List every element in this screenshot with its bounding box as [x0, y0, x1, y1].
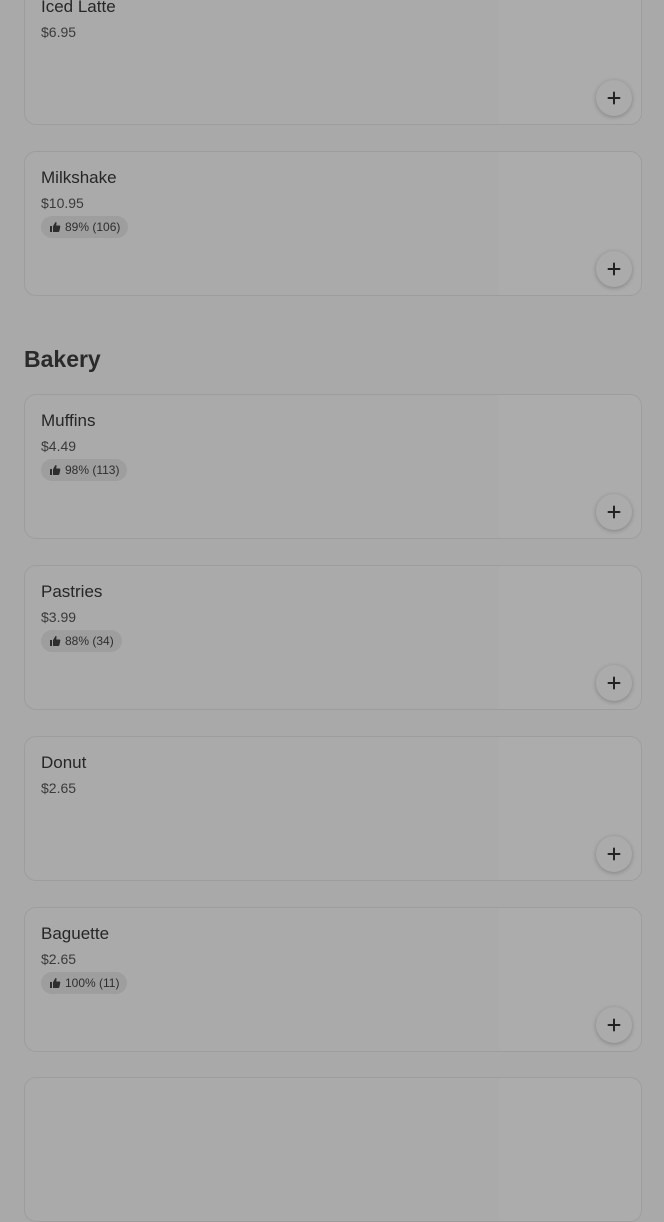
item-price: $6.95: [41, 24, 77, 40]
plus-icon: [607, 676, 621, 690]
menu-item-card[interactable]: [24, 1077, 642, 1222]
rating-badge: 98% (113): [41, 459, 128, 481]
item-name: Milkshake: [41, 168, 117, 187]
add-item-button[interactable]: [596, 836, 632, 872]
menu-item-card[interactable]: Milkshake $10.95 89% (106): [24, 151, 642, 296]
add-item-button[interactable]: [596, 494, 632, 530]
plus-icon: [607, 505, 621, 519]
item-price: $10.95: [41, 195, 84, 211]
menu-item-card[interactable]: Iced Latte $6.95: [24, 0, 642, 125]
rating-badge: 88% (34): [41, 630, 122, 652]
item-name: Pastries: [41, 582, 103, 601]
rating-text: 98% (113): [65, 463, 120, 477]
item-name: Muffins: [41, 411, 96, 430]
rating-badge: 100% (11): [41, 972, 128, 994]
plus-icon: [607, 262, 621, 276]
menu-item-card[interactable]: Muffins $4.49 98% (113): [24, 394, 642, 539]
add-item-button[interactable]: [596, 80, 632, 116]
item-name: Baguette: [41, 924, 110, 943]
thumbs-up-icon: [50, 465, 61, 475]
add-item-button[interactable]: [596, 665, 632, 701]
rating-text: 100% (11): [65, 976, 120, 990]
section-title: Bakery: [24, 346, 101, 372]
item-price: $2.65: [41, 780, 77, 796]
plus-icon: [607, 847, 621, 861]
add-item-button[interactable]: [596, 251, 632, 287]
menu-item-card[interactable]: Pastries $3.99 88% (34): [24, 565, 642, 710]
rating-badge: 89% (106): [41, 216, 129, 238]
item-price: $3.99: [41, 609, 77, 625]
add-item-button[interactable]: [596, 1007, 632, 1043]
menu-item-card[interactable]: Baguette $2.65 100% (11): [24, 907, 642, 1052]
rating-text: 89% (106): [65, 220, 121, 234]
rating-text: 88% (34): [65, 634, 114, 648]
thumbs-up-icon: [50, 978, 61, 988]
thumbs-up-icon: [50, 222, 61, 232]
item-price: $2.65: [41, 951, 77, 967]
menu-item-card[interactable]: Donut $2.65: [24, 736, 642, 881]
item-name: Iced Latte: [41, 0, 116, 16]
plus-icon: [607, 91, 621, 105]
thumbs-up-icon: [50, 636, 61, 646]
item-image-area: [499, 1078, 641, 1221]
plus-icon: [607, 1018, 621, 1032]
item-name: Donut: [41, 753, 87, 772]
item-price: $4.49: [41, 438, 77, 454]
